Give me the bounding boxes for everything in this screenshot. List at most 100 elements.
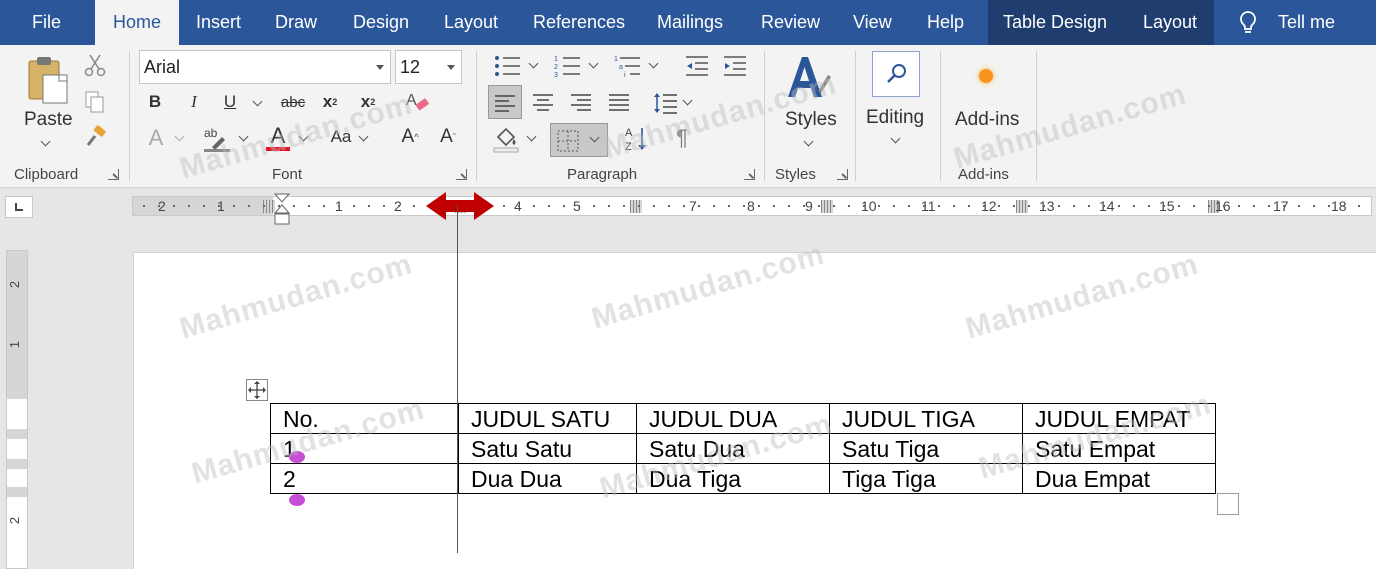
- indent-marker-icon[interactable]: [274, 193, 290, 227]
- clipboard-launcher-icon[interactable]: [108, 169, 119, 180]
- paste-button[interactable]: Paste: [24, 109, 73, 131]
- column-marker[interactable]: [630, 200, 642, 213]
- paragraph-launcher-icon[interactable]: [744, 169, 755, 180]
- tab-references[interactable]: References: [533, 0, 625, 45]
- copy-icon[interactable]: [84, 90, 106, 114]
- table-cell[interactable]: Dua Dua: [458, 463, 637, 494]
- font-name-combo[interactable]: Arial: [139, 50, 391, 84]
- text-effects-dropdown-icon[interactable]: [174, 131, 185, 142]
- styles-button[interactable]: Styles: [785, 109, 837, 131]
- paste-dropdown-icon[interactable]: [40, 136, 51, 147]
- clear-formatting-icon[interactable]: A: [404, 89, 430, 115]
- horizontal-ruler[interactable]: 211245789101112131415161718: [132, 196, 1372, 216]
- tab-help[interactable]: Help: [927, 0, 964, 45]
- tab-review[interactable]: Review: [761, 0, 820, 45]
- editing-dropdown-icon[interactable]: [890, 133, 901, 144]
- styles-icon[interactable]: [784, 53, 832, 103]
- table-cell[interactable]: JUDUL EMPAT: [1022, 403, 1216, 434]
- table-cell[interactable]: Satu Tiga: [829, 433, 1023, 464]
- justify-icon[interactable]: [608, 93, 630, 111]
- subscript-icon[interactable]: x2: [318, 90, 342, 114]
- editing-button[interactable]: Editing: [866, 107, 924, 129]
- shading-icon[interactable]: [492, 125, 520, 153]
- tell-me-search[interactable]: Tell me: [1278, 0, 1335, 45]
- table-cell[interactable]: 2: [270, 463, 459, 494]
- change-case-icon[interactable]: Aa: [326, 125, 356, 149]
- table-cell[interactable]: Satu Dua: [636, 433, 830, 464]
- align-center-icon[interactable]: [532, 93, 554, 111]
- shading-dropdown-icon[interactable]: [526, 131, 537, 142]
- table-cell[interactable]: Satu Empat: [1022, 433, 1216, 464]
- grow-font-icon[interactable]: A ^: [398, 125, 422, 149]
- show-formatting-icon[interactable]: ¶: [670, 125, 694, 151]
- font-size-dropdown-icon[interactable]: [447, 65, 455, 70]
- tab-draw[interactable]: Draw: [275, 0, 317, 45]
- tab-file[interactable]: File: [32, 0, 61, 45]
- change-case-dropdown-icon[interactable]: [358, 131, 369, 142]
- tab-layout[interactable]: Layout: [444, 0, 498, 45]
- table-resize-handle[interactable]: [1217, 493, 1239, 515]
- tab-mailings[interactable]: Mailings: [657, 0, 723, 45]
- highlight-icon[interactable]: ab: [202, 125, 232, 153]
- shrink-font-icon[interactable]: Aˇ: [436, 125, 460, 149]
- tab-insert[interactable]: Insert: [196, 0, 241, 45]
- bullets-dropdown-icon[interactable]: [528, 58, 539, 69]
- strikethrough-icon[interactable]: abc: [278, 90, 308, 114]
- table-cell[interactable]: JUDUL DUA: [636, 403, 830, 434]
- column-marker[interactable]: [821, 200, 833, 213]
- format-painter-icon[interactable]: [84, 125, 108, 149]
- editing-search-button[interactable]: [872, 51, 920, 97]
- table-cell[interactable]: Satu Satu: [458, 433, 637, 464]
- vertical-ruler[interactable]: 2 1 2: [6, 250, 28, 569]
- tab-design[interactable]: Design: [353, 0, 409, 45]
- font-launcher-icon[interactable]: [456, 169, 467, 180]
- font-color-icon[interactable]: A: [266, 123, 290, 149]
- highlight-dropdown-icon[interactable]: [238, 131, 249, 142]
- superscript-icon[interactable]: x2: [356, 90, 380, 114]
- table-cell[interactable]: No.: [270, 403, 459, 434]
- font-size-combo[interactable]: 12: [395, 50, 462, 84]
- borders-button[interactable]: [550, 123, 608, 157]
- table-cell[interactable]: JUDUL TIGA: [829, 403, 1023, 434]
- text-effects-icon[interactable]: A: [143, 125, 169, 151]
- tab-home[interactable]: Home: [95, 0, 179, 45]
- column-marker[interactable]: [1016, 200, 1028, 213]
- bullets-icon[interactable]: [494, 55, 522, 77]
- line-spacing-dropdown-icon[interactable]: [682, 95, 693, 106]
- align-right-icon[interactable]: [570, 93, 592, 111]
- multilevel-dropdown-icon[interactable]: [648, 58, 659, 69]
- numbering-dropdown-icon[interactable]: [588, 58, 599, 69]
- borders-dropdown-icon[interactable]: [589, 132, 600, 143]
- align-left-button[interactable]: [488, 85, 522, 119]
- bold-icon[interactable]: B: [143, 90, 167, 114]
- font-color-dropdown-icon[interactable]: [298, 131, 309, 142]
- increase-indent-icon[interactable]: [722, 55, 748, 77]
- table-move-handle[interactable]: [246, 379, 268, 401]
- addins-button[interactable]: Add-ins: [955, 109, 1019, 131]
- document-table[interactable]: No. JUDUL SATU JUDUL DUA JUDUL TIGA JUDU…: [270, 403, 1216, 494]
- italic-icon[interactable]: I: [182, 90, 206, 114]
- tab-selector[interactable]: [5, 196, 33, 218]
- lightbulb-icon[interactable]: [1238, 10, 1258, 36]
- multilevel-list-icon[interactable]: 1ai: [614, 55, 642, 77]
- table-cell[interactable]: Dua Empat: [1022, 463, 1216, 494]
- addins-icon[interactable]: [979, 69, 993, 83]
- tab-table-layout[interactable]: Layout: [1143, 0, 1197, 45]
- decrease-indent-icon[interactable]: [684, 55, 710, 77]
- ribbon-tab-bar: File Home Insert Draw Design Layout Refe…: [0, 0, 1376, 45]
- tab-view[interactable]: View: [853, 0, 892, 45]
- styles-dropdown-icon[interactable]: [803, 136, 814, 147]
- paste-icon[interactable]: [26, 55, 70, 105]
- table-cell[interactable]: Dua Tiga: [636, 463, 830, 494]
- styles-launcher-icon[interactable]: [837, 169, 848, 180]
- sort-icon[interactable]: A Z: [624, 125, 650, 153]
- tab-table-design[interactable]: Table Design: [1003, 0, 1107, 45]
- underline-icon[interactable]: U: [218, 90, 242, 114]
- table-cell[interactable]: Tiga Tiga: [829, 463, 1023, 494]
- numbering-icon[interactable]: 123: [554, 55, 582, 77]
- line-spacing-icon[interactable]: [652, 91, 678, 115]
- font-name-dropdown-icon[interactable]: [376, 65, 384, 70]
- cut-icon[interactable]: [84, 53, 106, 77]
- underline-dropdown-icon[interactable]: [252, 96, 263, 107]
- table-cell[interactable]: JUDUL SATU: [458, 403, 637, 434]
